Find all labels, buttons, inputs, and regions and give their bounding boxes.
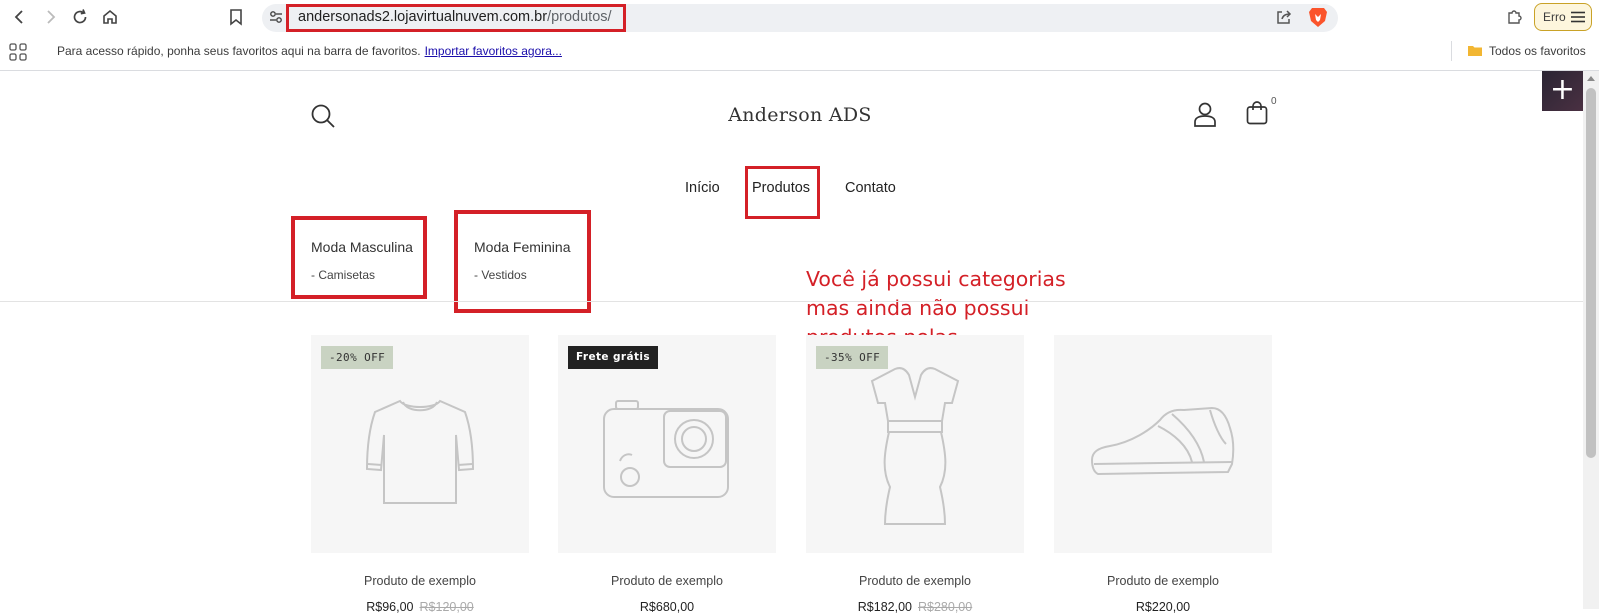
forward-arrow-icon[interactable] [40,7,60,27]
bookmarks-bar: Para acesso rápido, ponha seus favoritos… [0,38,1599,64]
error-menu-button[interactable]: Erro [1534,3,1592,31]
product-image[interactable]: Frete grátis [558,335,776,553]
folder-icon [1467,44,1483,57]
product-price: R$220,00 [1135,600,1191,614]
all-bookmarks-folder[interactable]: Todos os favoritos [1489,44,1586,58]
discount-badge: -35% OFF [816,346,889,369]
product-name[interactable]: Produto de exemplo [806,574,1024,588]
product-old-price: R$280,00 [918,600,973,614]
product-price-row: R$680,00 [558,600,776,614]
menu-item-contato[interactable]: Contato [845,180,896,196]
product-image[interactable] [1054,335,1272,553]
scroll-thumb[interactable] [1586,88,1596,458]
page-divider [0,301,1583,302]
produtos-highlight-box [745,166,820,219]
apps-grid-icon[interactable] [9,43,27,61]
product-price: R$680,00 [639,600,695,614]
category-highlight-box [291,216,427,299]
store-page [0,71,1583,609]
product-name[interactable]: Produto de exemplo [1054,574,1272,588]
product-card[interactable]: -35% OFF Produto de exemplo R$182,00 R$28… [806,335,1024,614]
bookmark-icon[interactable] [226,7,246,27]
product-price: R$96,00 [366,600,414,614]
brave-shield-icon[interactable] [1308,6,1328,28]
home-icon[interactable] [100,7,120,27]
category-highlight-box [454,210,591,313]
error-label: Erro [1543,10,1566,24]
product-price: R$182,00 [857,600,912,614]
store-search-icon[interactable] [310,103,336,129]
product-price-row: R$182,00 R$280,00 [806,600,1024,614]
product-old-price: R$120,00 [419,600,474,614]
product-image[interactable]: -35% OFF [806,335,1024,553]
scroll-up-arrow-icon[interactable] [1587,76,1595,81]
tshirt-icon [365,399,475,504]
product-card[interactable]: Frete grátis Produto de exemplo R$680,00 [558,335,776,614]
product-card[interactable]: Produto de exemplo R$220,00 [1054,335,1272,614]
product-price-row: R$220,00 [1054,600,1272,614]
import-bookmarks-link[interactable]: Importar favoritos agora... [425,44,562,58]
free-shipping-badge: Frete grátis [568,346,659,369]
product-name[interactable]: Produto de exemplo [311,574,529,588]
hamburger-menu-icon [1570,11,1585,23]
dress-icon [870,367,960,525]
bookmarks-hint: Para acesso rápido, ponha seus favoritos… [57,44,562,58]
site-settings-icon[interactable] [268,9,284,25]
share-icon[interactable] [1275,8,1293,26]
annotation-line: mas ainda não possui [806,296,1030,320]
bookmarks-separator [1451,41,1452,61]
bookmarks-hint-text: Para acesso rápido, ponha seus favoritos… [57,44,421,58]
extensions-icon[interactable] [1505,8,1523,26]
camera-icon [603,400,729,498]
reload-icon[interactable] [70,7,90,27]
store-title[interactable]: Anderson ADS [690,104,910,126]
url-highlight-box [286,4,626,32]
product-card[interactable]: -20% OFF Produto de exemplo R$96,00 R$120… [311,335,529,614]
account-icon[interactable] [1193,101,1217,127]
product-price-row: R$96,00 R$120,00 [311,600,529,614]
back-arrow-icon[interactable] [10,7,30,27]
product-image[interactable]: -20% OFF [311,335,529,553]
cart-icon[interactable] [1246,101,1268,125]
discount-badge: -20% OFF [321,346,394,369]
admin-add-button[interactable]: + [1542,71,1583,111]
cart-count: 0 [1271,96,1277,107]
product-name[interactable]: Produto de exemplo [558,574,776,588]
sneaker-icon [1090,406,1235,476]
annotation-line: Você já possui categorias [806,267,1066,291]
menu-item-inicio[interactable]: Início [685,180,720,196]
